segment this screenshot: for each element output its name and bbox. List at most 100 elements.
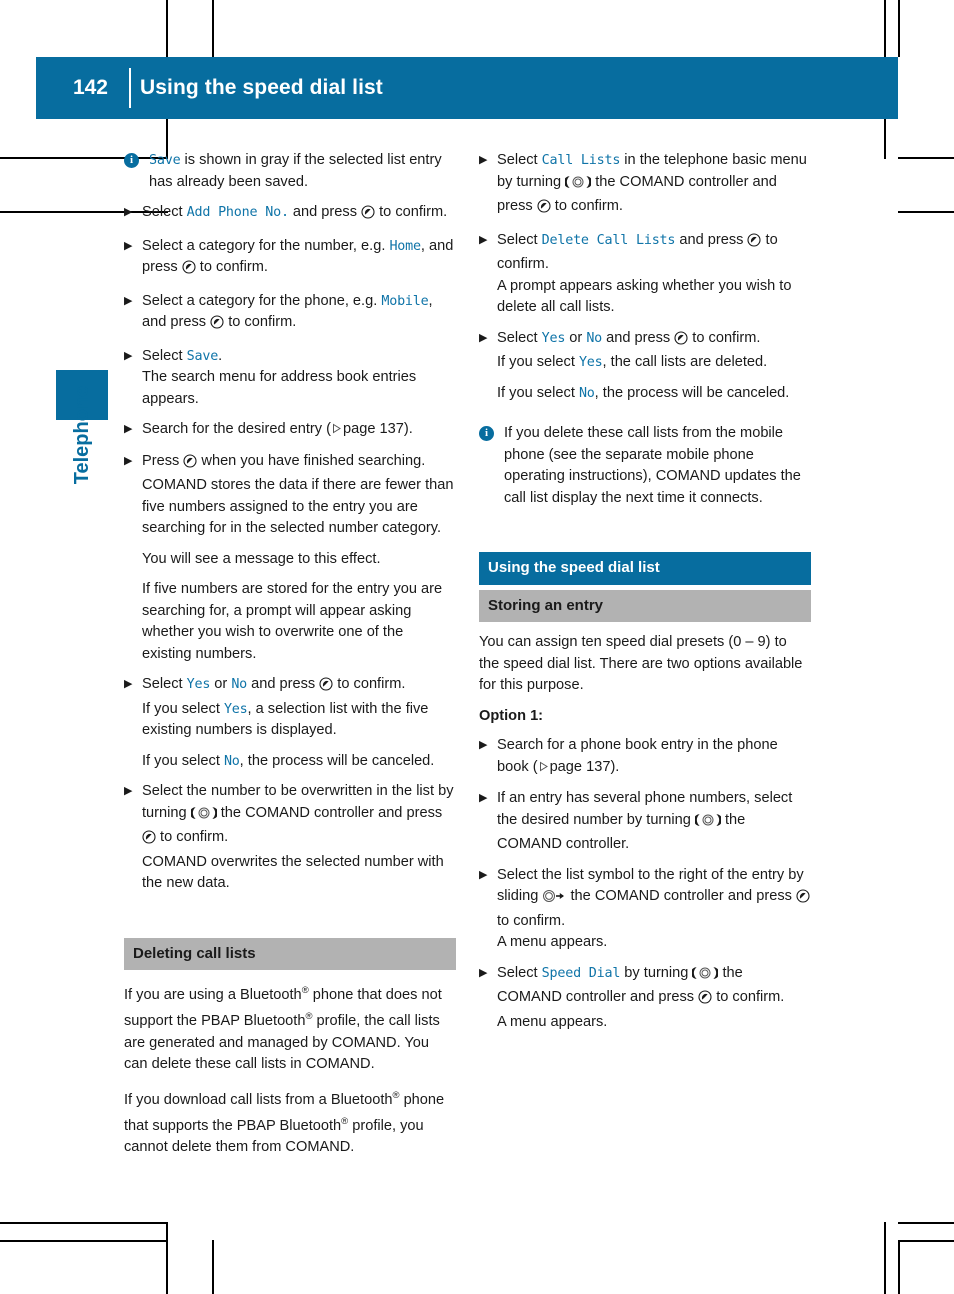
step-text: If an entry has several phone numbers, s…	[497, 790, 793, 828]
command-label-yes: Yes	[186, 677, 211, 692]
command-label: Save	[149, 153, 181, 168]
step-bullet-triangle-icon: ▶	[479, 966, 488, 979]
note-text: is shown in gray if the selected list en…	[149, 152, 442, 190]
comand-controller-slide-right-icon	[542, 889, 566, 911]
page-reference-text[interactable]: page 137	[343, 421, 404, 437]
step-subtext: A menu appears.	[497, 1013, 608, 1030]
cropmark-bottom-right-vertical-2	[898, 1240, 900, 1294]
step-text: the COMAND controller and press	[566, 888, 796, 904]
command-label: Call Lists	[541, 153, 621, 168]
step-bullet-triangle-icon: ▶	[124, 785, 133, 797]
information-icon: i	[479, 426, 494, 441]
command-label: Yes	[578, 355, 603, 370]
step-bullet-triangle-icon: ▶	[479, 233, 488, 246]
step-bullet-triangle-icon: ▶	[124, 206, 133, 218]
paragraph-speed-dial-presets: You can assign ten speed dial presets (0…	[479, 634, 803, 693]
comand-controller-turn-icon	[694, 813, 721, 835]
step-subtext-part: If you select	[497, 354, 579, 370]
cropmark-top-left-vertical-2	[212, 0, 214, 60]
note-text: If you delete these call lists from the …	[504, 425, 801, 506]
step-text: and press	[602, 329, 675, 346]
command-label: Speed Dial	[541, 965, 621, 981]
step-select-number-to-overwrite: ▶ Select the number to be overwritten in …	[124, 781, 456, 895]
step-text: or	[210, 676, 232, 692]
step-text: to confirm.	[195, 259, 268, 275]
step-subtext: If you select No, the process will be ca…	[142, 751, 456, 773]
step-search-entry: ▶ Search for the desired entry (page 137)…	[124, 419, 456, 442]
step-subtext: If you select No, the process will be ca…	[497, 383, 811, 405]
step-press-when-finished: ▶ Press when you have finished searching.…	[124, 451, 456, 666]
step-bullet-triangle-icon: ▶	[124, 349, 133, 362]
command-label: Save	[186, 348, 219, 364]
step-text: to confirm.	[375, 204, 448, 220]
step-subtext: A prompt appears asking whether you wish…	[497, 277, 792, 316]
step-subtext: COMAND stores the data if there are fewe…	[142, 477, 454, 536]
page-reference-triangle-icon	[331, 420, 342, 442]
step-bullet-triangle-icon: ▶	[479, 792, 488, 804]
header-divider	[129, 68, 131, 108]
comand-controller-press-icon	[796, 889, 810, 911]
comand-controller-press-icon	[210, 315, 224, 337]
step-text: and press	[288, 204, 362, 220]
command-label-no: No	[231, 677, 248, 692]
step-text: Select	[142, 204, 187, 220]
step-bullet-triangle-icon: ▶	[124, 454, 133, 467]
option-label: Option 1:	[479, 707, 544, 724]
step-subtext-part: , the process will be canceled.	[594, 384, 790, 401]
paragraph-part: If you are using a Bluetooth	[124, 986, 302, 1003]
page-reference-text[interactable]: page 137	[550, 759, 611, 775]
step-subtext-part: If you select	[142, 752, 224, 769]
step-text: Select	[142, 676, 187, 692]
step-category-for-number: ▶ Select a category for the number, e.g. …	[124, 236, 456, 282]
step-text: by turning	[620, 964, 693, 981]
comand-controller-press-icon	[319, 677, 333, 699]
step-subtext-part: , the call lists are deleted.	[602, 354, 768, 370]
step-select-delete-call-lists: ▶ Select Delete Call Lists and press to c…	[479, 230, 811, 319]
comand-controller-press-icon	[182, 260, 196, 282]
step-text: ).	[403, 421, 413, 437]
comand-controller-turn-icon	[692, 966, 719, 988]
section-heading-deleting-call-lists: Deleting call lists	[124, 937, 456, 970]
step-add-phone-number: ▶ Select Add Phone No. and press to confi…	[124, 202, 456, 227]
cropmark-bottom-left-vertical-2	[212, 1240, 214, 1294]
cropmark-bottom-left-vertical	[166, 1222, 168, 1294]
step-text: to confirm.	[550, 198, 623, 214]
comand-controller-press-icon	[537, 199, 551, 221]
step-select-speed-dial: ▶ Select Speed Dial by turning the COMAND…	[479, 963, 811, 1034]
step-bullet-triangle-icon: ▶	[124, 239, 133, 252]
step-bullet-triangle-icon: ▶	[479, 331, 488, 344]
cropmark-bottom-left-horizontal	[0, 1222, 168, 1224]
step-text: to confirm.	[712, 989, 785, 1005]
cropmark-bottom-right-horizontal	[898, 1222, 954, 1224]
paragraph-bluetooth-pbap-2: If you download call lists from a Blueto…	[124, 1085, 456, 1159]
step-text: and press	[675, 231, 748, 248]
cropmark-bottom-right-horizontal-2	[898, 1240, 954, 1242]
step-text: Select a category for the number, e.g.	[142, 237, 390, 254]
registered-trademark-symbol: ®	[392, 1089, 400, 1101]
section-heading-using-speed-dial-list: Using the speed dial list	[479, 552, 811, 585]
comand-controller-press-icon	[747, 232, 762, 255]
comand-controller-press-icon	[142, 830, 156, 852]
step-category-for-phone: ▶ Select a category for the phone, e.g. M…	[124, 291, 456, 337]
cropmark-bottom-right-vertical	[884, 1222, 886, 1294]
step-select-yes-or-no: ▶ Select Yes or No and press to confirm. …	[479, 328, 811, 405]
page-title: Using the speed dial list	[140, 76, 383, 99]
step-text: Search for the desired entry (	[142, 421, 331, 437]
step-text: to confirm.	[156, 829, 229, 845]
step-subtext: If you select Yes, the call lists are de…	[497, 352, 811, 374]
step-text: to confirm.	[688, 329, 761, 346]
step-bullet-triangle-icon: ▶	[124, 678, 133, 690]
command-label: Mobile	[381, 293, 429, 309]
step-text: and press	[247, 676, 320, 692]
command-label-yes: Yes	[541, 330, 566, 346]
step-subtext: COMAND overwrites the selected number wi…	[142, 853, 444, 892]
info-note: i Save is shown in gray if the selected l…	[124, 150, 456, 193]
step-search-phone-book: ▶ Search for a phone book entry in the ph…	[479, 735, 811, 779]
step-subtext: If five numbers are stored for the entry…	[142, 581, 443, 662]
paragraph-bluetooth-pbap-1: If you are using a Bluetooth® phone that…	[124, 980, 456, 1076]
page-reference-triangle-icon	[538, 758, 549, 780]
step-select-desired-number: ▶ If an entry has several phone numbers, …	[479, 788, 811, 856]
step-text: .	[218, 347, 223, 364]
